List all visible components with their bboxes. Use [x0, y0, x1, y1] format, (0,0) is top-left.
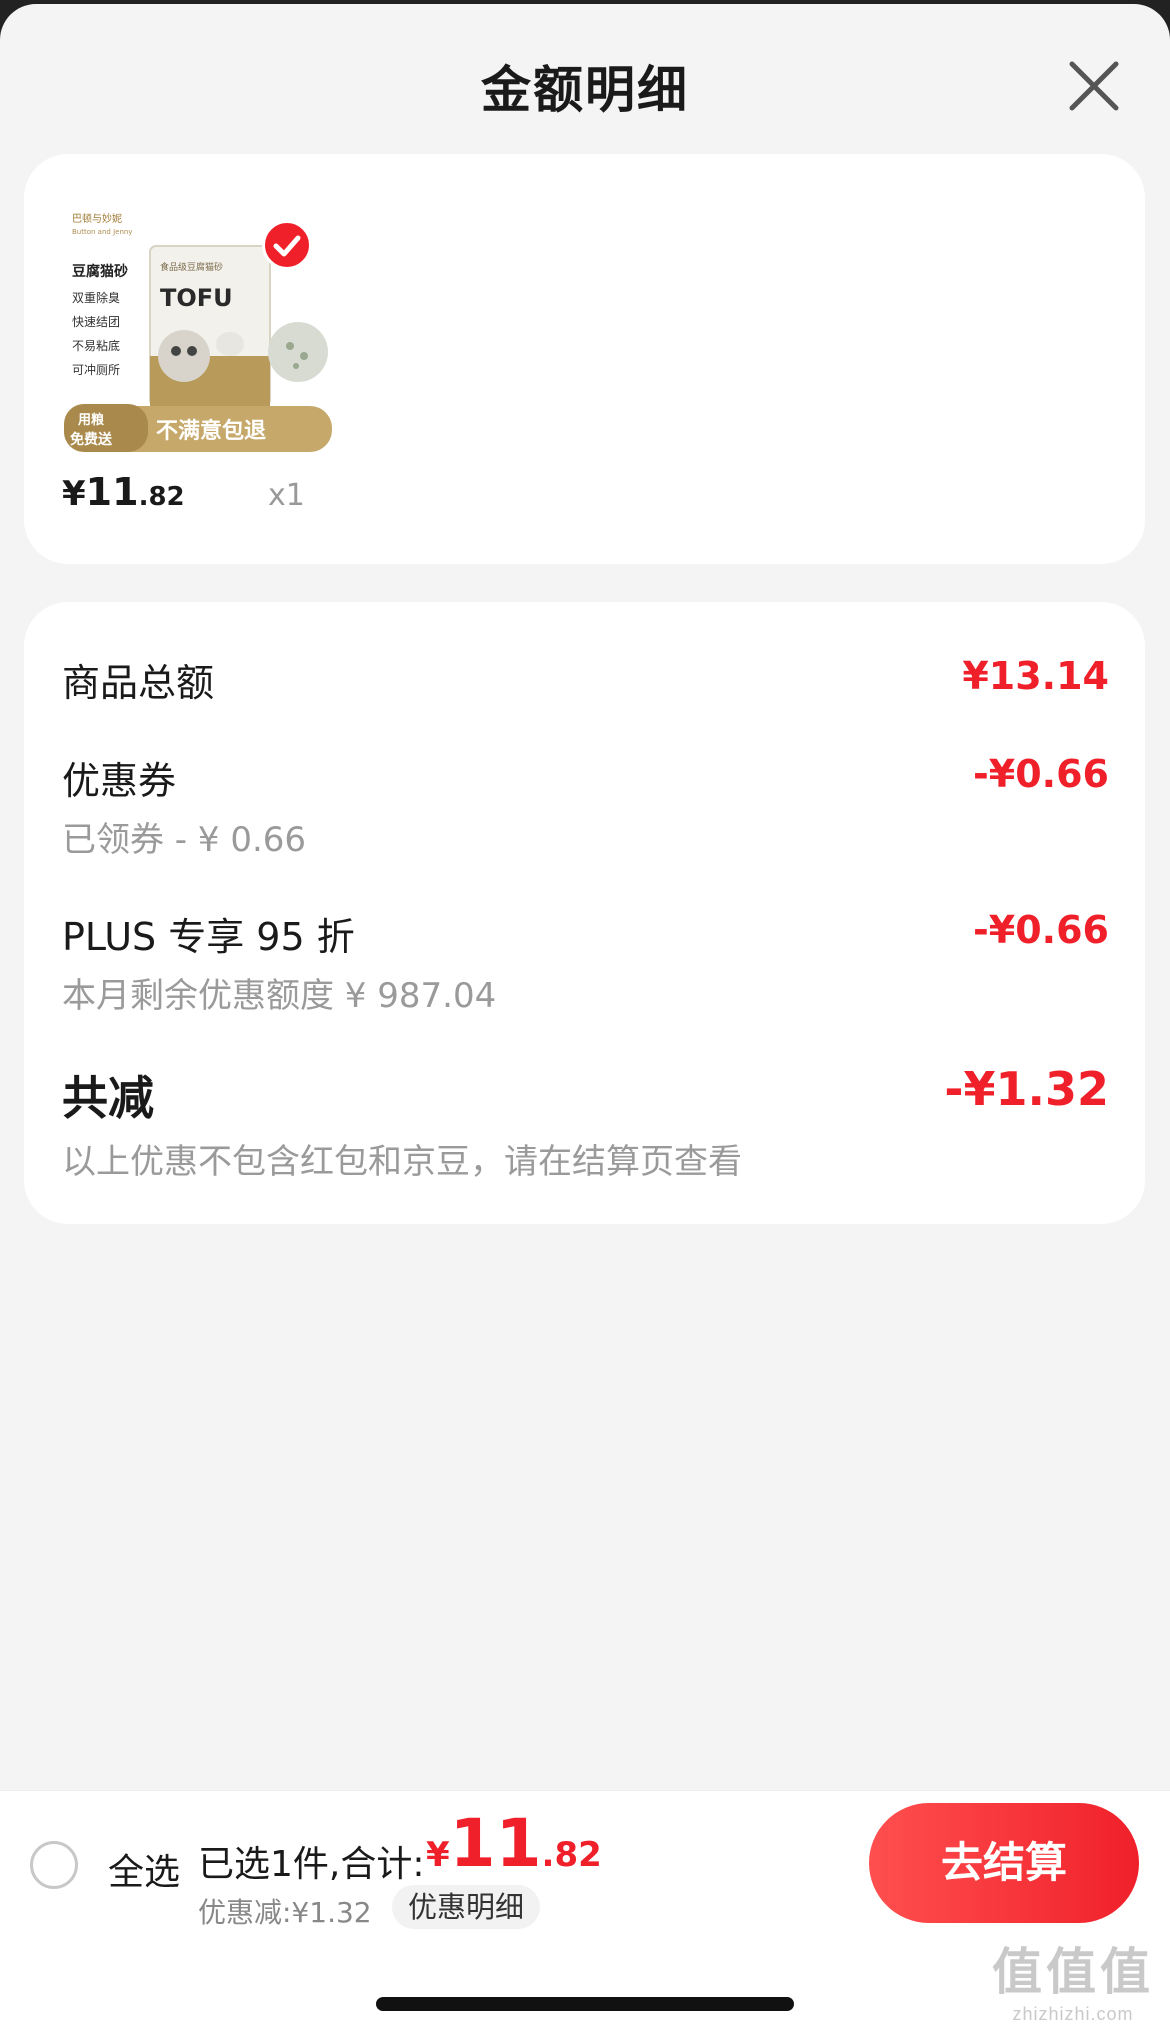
- total-reduce-note: 以上优惠不包含红包和京豆，请在结算页查看: [62, 1142, 742, 1182]
- discount-detail-button[interactable]: 优惠明细: [392, 1885, 541, 1929]
- total-currency: ¥: [426, 1835, 450, 1875]
- promo-right: 不满意包退: [156, 418, 266, 444]
- page-title: 金额明细: [481, 61, 689, 119]
- plus-discount-value: -¥0.66: [973, 908, 1109, 952]
- product-title-text: 豆腐猫砂: [72, 263, 128, 280]
- amount-summary-card: 商品总额 ¥13.14 优惠券 -¥0.66 已领券 - ¥ 0.66 PLUS…: [24, 602, 1145, 1224]
- goods-total-value: ¥13.14: [962, 654, 1109, 698]
- total-price: ¥11.82: [426, 1805, 602, 1882]
- feature-1: 双重除臭: [72, 290, 120, 305]
- total-reduce-value: -¥1.32: [944, 1062, 1109, 1116]
- total-decimal: .82: [541, 1835, 602, 1875]
- home-indicator: [376, 1997, 794, 2011]
- plus-discount-label: PLUS 专享 95 折: [62, 915, 355, 959]
- promo-left-2: 免费送: [70, 431, 113, 448]
- feature-2: 快速结团: [72, 315, 120, 329]
- select-all-label[interactable]: 全选: [108, 1843, 180, 1895]
- watermark-main: 值值值: [992, 1944, 1154, 2000]
- watermark-sub: zhizhizhi.com: [1012, 2004, 1134, 2024]
- promo-left-1: 用粮: [77, 412, 105, 428]
- checkout-button[interactable]: 去结算: [869, 1803, 1139, 1923]
- feature-4: 可冲厕所: [72, 362, 120, 377]
- watermark: 值值值 zhizhizhi.com: [992, 1932, 1154, 2025]
- product-quantity: x1: [268, 478, 305, 513]
- amount-detail-sheet: 金额明细 巴顿与妙妮 Button and Jenny 豆腐猫砂 双重除臭 快速…: [0, 4, 1170, 2031]
- coupon-label: 优惠券: [62, 759, 177, 803]
- coupon-value: -¥0.66: [973, 752, 1109, 796]
- goods-total-label: 商品总额: [62, 661, 215, 705]
- coupon-subtext: 已领券 - ¥ 0.66: [62, 820, 307, 860]
- total-reduce-label: 共减: [62, 1071, 154, 1125]
- price-integer: 11: [85, 470, 139, 514]
- brand-text: 巴顿与妙妮: [72, 212, 122, 225]
- select-all-radio[interactable]: [30, 1841, 78, 1889]
- plus-remaining-quota: 本月剩余优惠额度 ¥ 987.04: [62, 976, 497, 1016]
- brand-en-text: Button and Jenny: [72, 228, 132, 236]
- product-price: ¥11.82: [62, 470, 185, 514]
- bag-title-text: 食品级豆腐猫砂: [160, 261, 223, 273]
- selected-check-icon[interactable]: [262, 220, 312, 270]
- price-decimal: .82: [138, 482, 185, 512]
- product-card: 巴顿与妙妮 Button and Jenny 豆腐猫砂 双重除臭 快速结团 不易…: [24, 154, 1145, 564]
- total-integer: 11: [449, 1805, 542, 1882]
- bag-tofu-text: TOFU: [160, 284, 233, 312]
- close-icon[interactable]: [1062, 54, 1126, 118]
- selected-count-text: 已选1件,合计:: [198, 1844, 425, 1885]
- discount-amount-text: 优惠减:¥1.32: [198, 1896, 372, 1929]
- price-currency: ¥: [62, 474, 86, 514]
- checkout-bar: 全选 已选1件,合计: ¥11.82 优惠减:¥1.32 优惠明细 去结算 值值…: [0, 1790, 1170, 2031]
- feature-3: 不易粘底: [72, 338, 120, 353]
